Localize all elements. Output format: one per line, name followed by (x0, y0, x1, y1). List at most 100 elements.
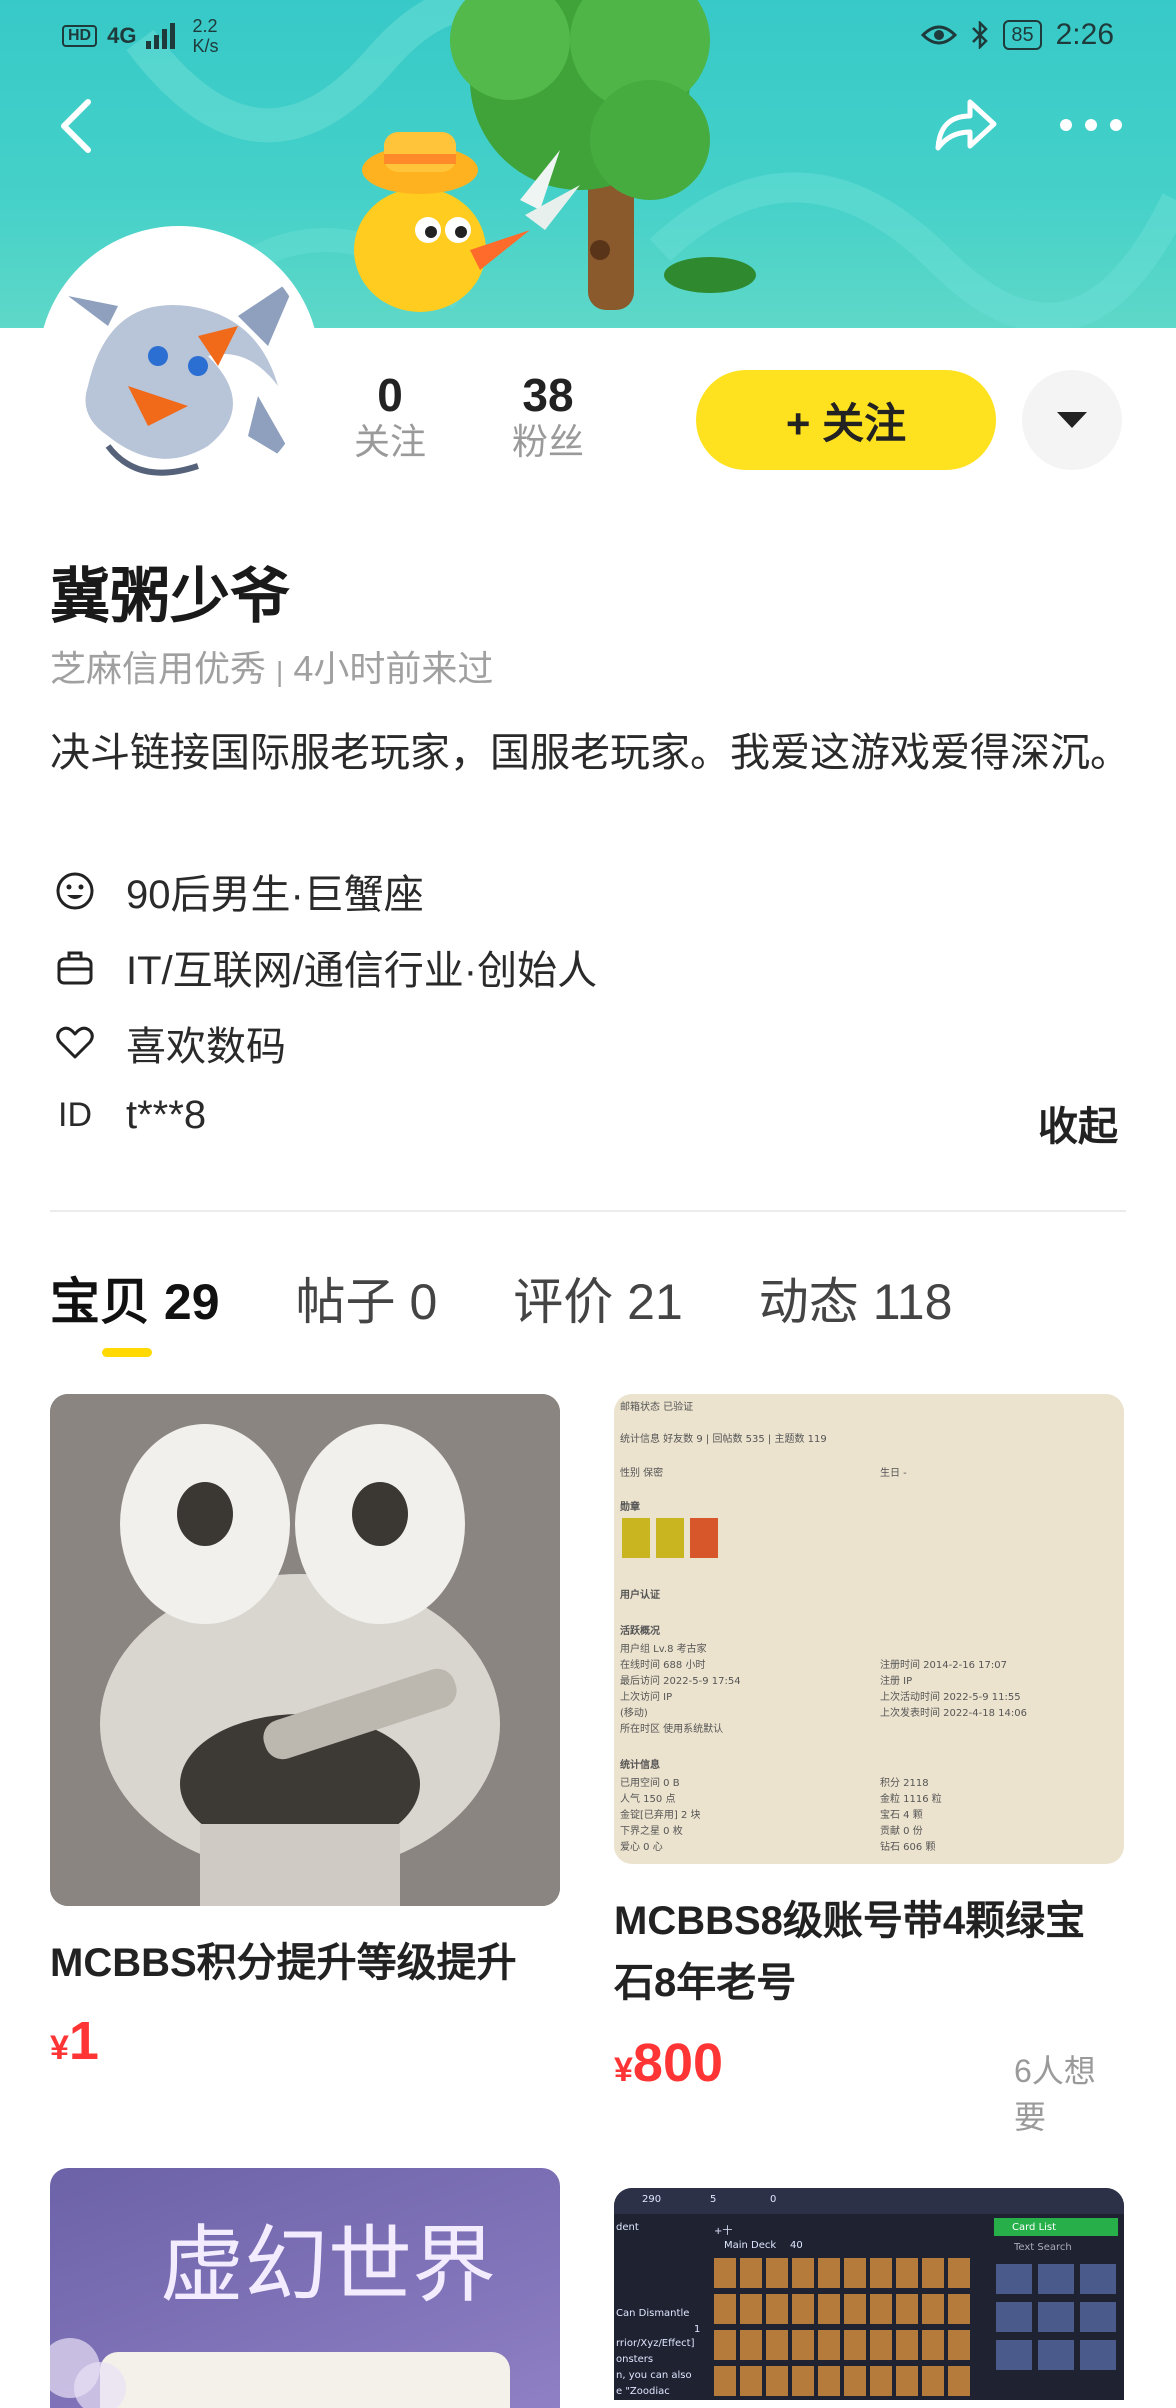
back-icon[interactable] (50, 96, 110, 156)
tab-reviews[interactable]: 评价 21 (513, 1262, 683, 1334)
following-stat[interactable]: 0 关注 (354, 370, 426, 464)
tab-items[interactable]: 宝贝 29 (50, 1262, 220, 1334)
want-count: 6人想要 (1014, 2053, 1096, 2135)
shot-user-group: 用户组 Lv.8 考古家 (620, 1644, 707, 1655)
deck-top-a: 290 (642, 2194, 662, 2205)
deck-count-1: 1 (694, 2324, 701, 2335)
shot-medals: 勋章 (620, 1502, 640, 1513)
price-currency: ¥ (50, 2029, 69, 2067)
shot-timezone: 所在时区 使用系统默认 (620, 1724, 724, 1735)
product-title: MCBBS8级账号带4颗绿宝石8年老号 (614, 1899, 1086, 2005)
info-interest-text: 喜欢数码 (126, 1025, 286, 1069)
section-divider (50, 1210, 1126, 1212)
shot-reg-ip: 注册 IP (880, 1676, 913, 1687)
network-speed: 2.2 K/s (192, 16, 218, 56)
signal-icon (146, 23, 176, 49)
deck-can-also: n, you can also (616, 2370, 692, 2381)
shot-reg-time: 注册时间 2014-2-16 17:07 (880, 1660, 1007, 1671)
info-row-job: IT/互联网/通信行业·创始人 (50, 938, 597, 996)
following-count: 0 (377, 369, 403, 421)
tab-reviews-count: 21 (627, 1274, 683, 1330)
tab-posts-label: 帖子 (295, 1274, 396, 1330)
tab-activity-label: 动态 (758, 1274, 859, 1330)
fans-stat[interactable]: 38 粉丝 (512, 370, 584, 464)
fans-label: 粉丝 (512, 421, 585, 462)
shot-contribution: 贡献 0 份 (880, 1826, 923, 1837)
shot-email-status: 邮箱状态 已验证 (620, 1402, 694, 1413)
tab-activity-count: 118 (872, 1274, 953, 1330)
shot-gem: 宝石 4 颗 (880, 1810, 923, 1821)
active-tab-indicator (102, 1348, 152, 1357)
info-age-text: 90后男生·巨蟹座 (126, 873, 424, 917)
toilet-frog-image (50, 1394, 560, 1906)
collapse-button[interactable]: 收起 (1038, 1094, 1118, 1152)
shot-popularity: 人气 150 点 (620, 1794, 676, 1805)
deck-top-c: 0 (770, 2194, 777, 2205)
clock: 2:26 (1055, 18, 1114, 51)
deck-count: 40 (790, 2240, 803, 2251)
tab-items-label: 宝贝 (50, 1274, 150, 1330)
shot-move: (移动) (620, 1708, 648, 1719)
shot-last-visit: 最后访问 2022-5-9 17:54 (620, 1676, 741, 1687)
shot-last-ip: 上次访问 IP (620, 1692, 673, 1703)
heart-icon (50, 1018, 100, 1068)
shot-birthday: 生日 - (880, 1468, 907, 1479)
shot-gold-ingot: 金锭[已弃用] 2 块 (620, 1810, 701, 1821)
fans-count: 38 (522, 369, 574, 421)
product-image: 虚幻世界 (50, 2168, 560, 2408)
more-options-icon[interactable] (1056, 110, 1126, 140)
info-job-text: IT/互联网/通信行业·创始人 (126, 949, 598, 993)
user-bio: 决斗链接国际服老玩家，国服老玩家。我爱这游戏爱得深沉。 (50, 731, 1130, 775)
shot-last-active: 上次活动时间 2022-5-9 11:55 (880, 1692, 1021, 1703)
speed-unit: K/s (192, 36, 219, 56)
product-card[interactable]: 虚幻世界 (50, 2168, 560, 2408)
smiley-icon (50, 866, 100, 916)
battery-indicator: 85 (1003, 20, 1042, 50)
product-card[interactable]: 290 5 0 dent +十 Main Deck 40 Card List T… (614, 2188, 1124, 2400)
follow-button[interactable]: + 关注 (696, 370, 996, 470)
product-image: 290 5 0 dent +十 Main Deck 40 Card List T… (614, 2188, 1124, 2400)
deck-zoodiac: e "Zoodiac (616, 2386, 670, 2397)
shot-gold: 金粒 1116 粒 (880, 1794, 942, 1805)
image-title-text: 虚幻世界 (160, 2216, 497, 2314)
shot-love: 爱心 0 心 (620, 1842, 663, 1853)
price-currency: ¥ (614, 2051, 633, 2089)
tab-posts[interactable]: 帖子 0 (296, 1262, 438, 1334)
product-image (50, 1394, 560, 1906)
product-title: MCBBS积分提升等级提升 (50, 1941, 517, 1985)
shot-diamond: 钻石 606 颗 (880, 1842, 936, 1853)
shot-points: 积分 2118 (880, 1778, 929, 1789)
price-value: 800 (632, 2033, 724, 2093)
network-label: 4G (107, 23, 137, 48)
shot-stats-info: 统计信息 (620, 1760, 660, 1771)
dragon-avatar-image (68, 276, 298, 476)
shot-user-auth: 用户认证 (620, 1590, 660, 1601)
deck-dent: dent (616, 2222, 639, 2233)
following-label: 关注 (354, 421, 427, 462)
subline-separator: | (276, 656, 284, 687)
deck-xyz: rrior/Xyz/Effect] (616, 2338, 695, 2349)
deck-card-grid (714, 2258, 970, 2396)
hd-badge: HD (62, 25, 98, 47)
product-price: ¥1 (50, 2010, 560, 2072)
deck-top-b: 5 (710, 2194, 717, 2205)
speed-value: 2.2 (192, 16, 218, 36)
triangle-down-icon (1057, 412, 1087, 428)
product-image: 邮箱状态 已验证 统计信息 好友数 9 | 回帖数 535 | 主题数 119 … (614, 1394, 1124, 1864)
share-icon[interactable] (930, 96, 1000, 156)
last-seen: 4小时前来过 (293, 648, 494, 689)
tab-items-count: 29 (163, 1274, 220, 1330)
shot-gender: 性别 保密 (620, 1468, 664, 1479)
product-card[interactable]: MCBBS积分提升等级提升 ¥1 (50, 1394, 560, 2072)
product-card[interactable]: 邮箱状态 已验证 统计信息 好友数 9 | 回帖数 535 | 主题数 119 … (614, 1394, 1124, 2135)
profile-dropdown-button[interactable] (1022, 370, 1122, 470)
deck-text-search: Text Search (1014, 2242, 1072, 2253)
shot-stats-line: 统计信息 好友数 9 | 回帖数 535 | 主题数 119 (620, 1434, 827, 1445)
eye-icon (921, 25, 958, 45)
avatar[interactable] (48, 236, 310, 498)
tab-activity[interactable]: 动态 118 (759, 1262, 953, 1334)
deck-main-label: Main Deck (724, 2240, 777, 2251)
info-row-age: 90后男生·巨蟹座 (50, 862, 424, 920)
bluetooth-icon (972, 21, 989, 49)
tab-posts-count: 0 (409, 1274, 438, 1330)
